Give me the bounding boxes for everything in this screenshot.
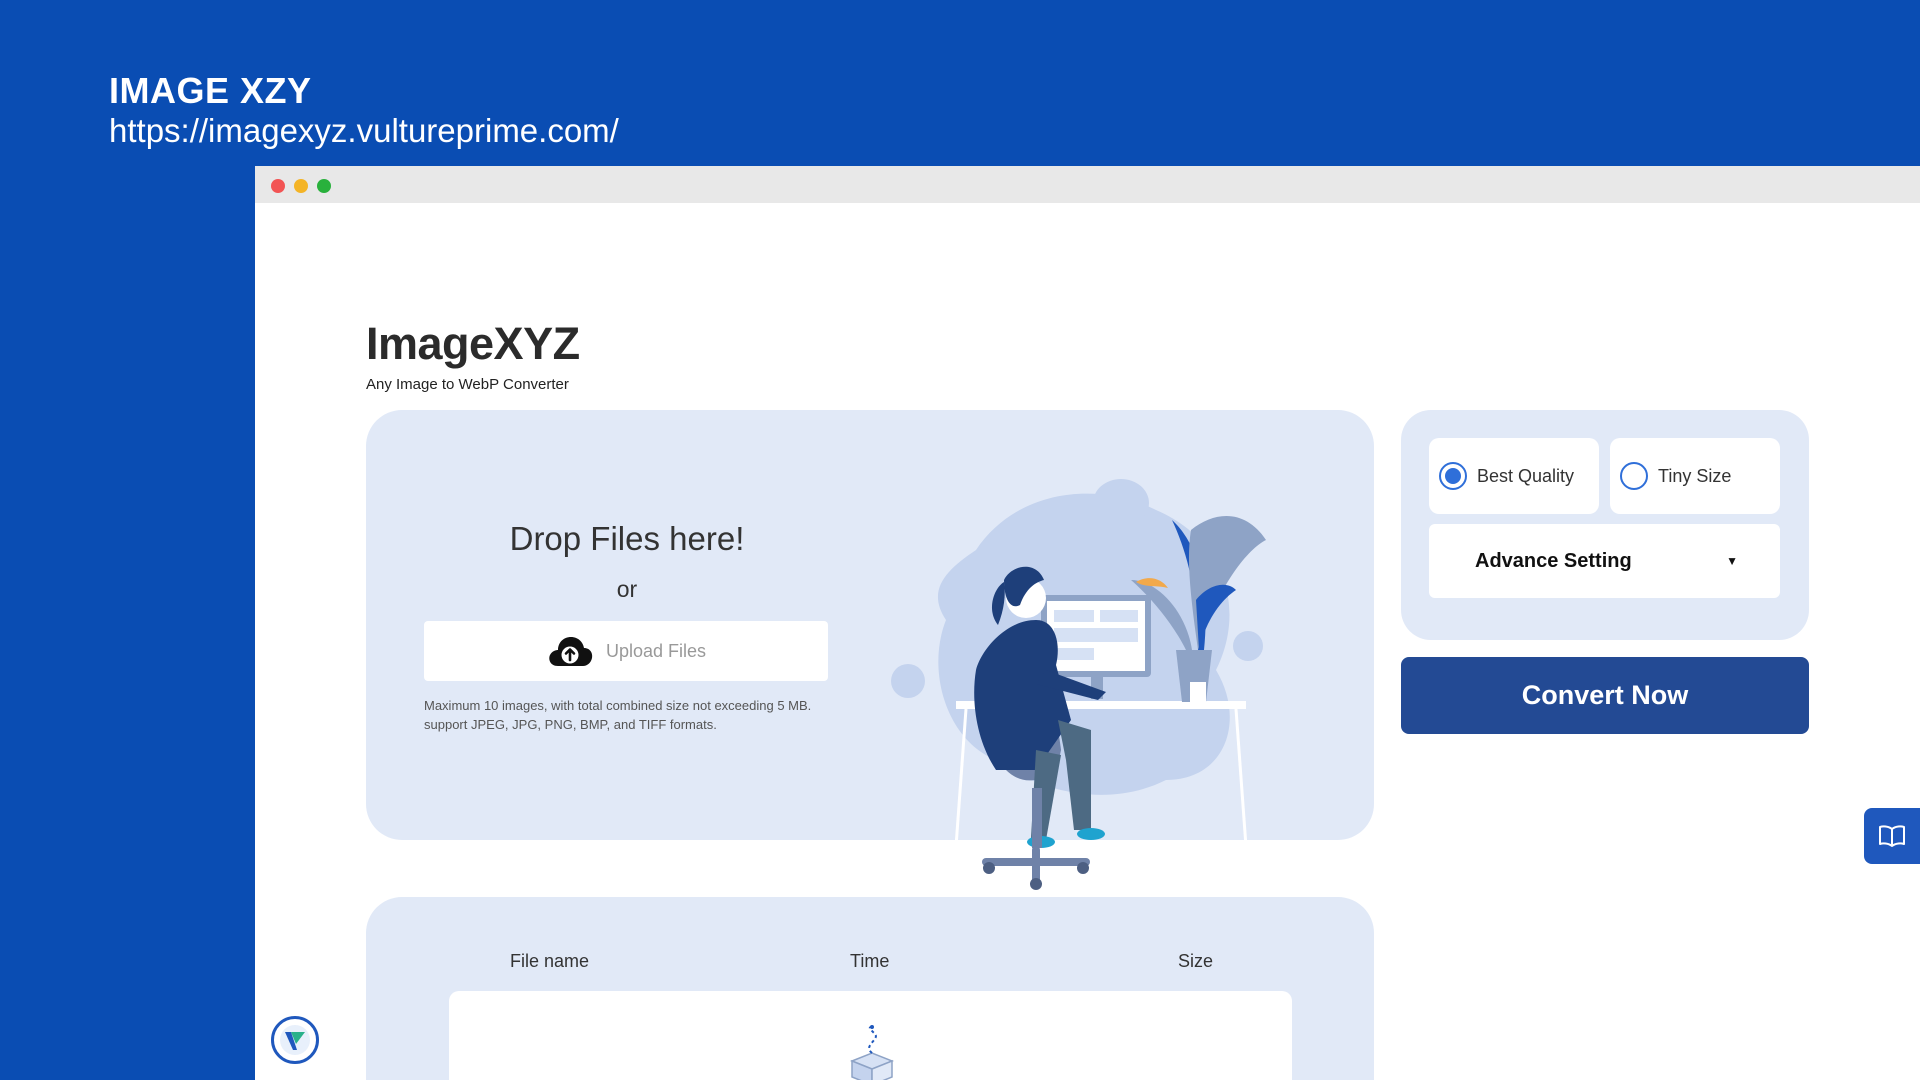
page-header-url: https://imagexyz.vultureprime.com/ <box>109 112 619 149</box>
options-panel: Best Quality Tiny Size Advance Setting ▼ <box>1401 410 1809 640</box>
caret-down-icon: ▼ <box>1726 554 1738 568</box>
file-list-panel: File name Time Size <box>366 897 1374 1080</box>
person-at-desk-illustration <box>891 479 1266 890</box>
tiny-size-option[interactable]: Tiny Size <box>1610 438 1780 514</box>
app-subtitle: Any Image to WebP Converter <box>366 376 569 393</box>
book-button[interactable] <box>1864 808 1920 864</box>
dropzone[interactable]: Drop Files here! or Upload Files Maximum… <box>366 410 1374 890</box>
upload-formats-text: support JPEG, JPG, PNG, BMP, and TIFF fo… <box>424 717 717 732</box>
app-title: ImageXYZ <box>366 318 580 369</box>
best-quality-label: Best Quality <box>1477 465 1575 486</box>
upload-limits-note: Maximum 10 images, with total combined s… <box>424 696 854 734</box>
column-header-time: Time <box>850 951 890 971</box>
best-quality-option[interactable]: Best Quality <box>1429 438 1599 514</box>
dropzone-title: Drop Files here! <box>509 520 745 557</box>
tiny-size-radio[interactable] <box>1620 462 1648 490</box>
vulture-logo-icon <box>280 1025 310 1055</box>
advance-setting-dropdown[interactable]: Advance Setting ▼ <box>1429 524 1780 598</box>
vulture-logo-badge[interactable] <box>271 1016 319 1064</box>
cloud-upload-icon <box>549 637 593 666</box>
advance-setting-label: Advance Setting <box>1475 549 1632 572</box>
file-list-body <box>449 991 1292 1080</box>
column-header-file-name: File name <box>510 951 590 971</box>
book-icon <box>1879 825 1905 847</box>
best-quality-radio[interactable] <box>1439 462 1467 490</box>
empty-box-icon <box>849 1025 895 1080</box>
maximize-dot-icon[interactable] <box>317 179 331 193</box>
upload-files-label: Upload Files <box>605 640 707 661</box>
page-header-title: IMAGE XZY <box>109 70 312 111</box>
browser-window: ImageXYZ Any Image to WebP Converter Dro… <box>255 166 1920 1080</box>
close-dot-icon[interactable] <box>271 179 285 193</box>
browser-titlebar <box>255 166 1920 203</box>
minimize-dot-icon[interactable] <box>294 179 308 193</box>
tiny-size-label: Tiny Size <box>1658 465 1732 486</box>
convert-now-button[interactable]: Convert Now <box>1401 657 1809 734</box>
upload-limit-text: Maximum 10 images, with total combined s… <box>424 698 812 713</box>
upload-files-button[interactable]: Upload Files <box>424 621 828 681</box>
dropzone-or: or <box>616 576 638 602</box>
column-header-size: Size <box>1178 951 1214 971</box>
